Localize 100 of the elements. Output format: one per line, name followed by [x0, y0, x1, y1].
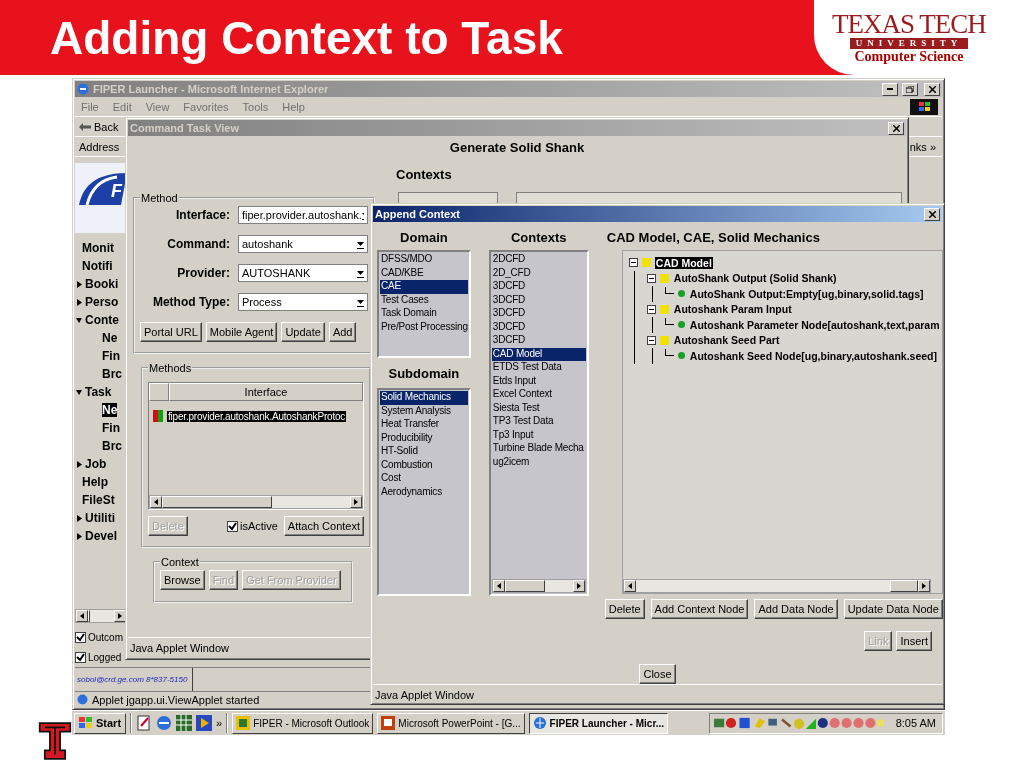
links-label[interactable]: nks »: [909, 140, 936, 153]
button[interactable]: Update: [281, 322, 325, 342]
horizontal-scrollbar[interactable]: [149, 495, 363, 509]
dropdown-field[interactable]: Process: [238, 293, 368, 311]
minimize-button[interactable]: [882, 82, 898, 96]
list-item[interactable]: Test Cases: [380, 293, 468, 307]
button[interactable]: Mobile Agent: [205, 322, 278, 342]
scroll-thumb[interactable]: [88, 610, 90, 622]
close-button[interactable]: [924, 207, 940, 221]
scroll-right-button[interactable]: [350, 496, 362, 508]
nav-item[interactable]: Task: [85, 385, 112, 399]
nav-item[interactable]: Conte: [85, 313, 119, 327]
list-item[interactable]: 2DCFD: [491, 253, 586, 267]
scroll-left-button[interactable]: [623, 580, 636, 592]
tree-node[interactable]: Autoshank Param Input: [672, 303, 793, 316]
horizontal-scrollbar[interactable]: [75, 609, 127, 623]
scroll-right-button[interactable]: [572, 580, 585, 592]
collapse-icon[interactable]: [628, 258, 638, 268]
dropdown-field[interactable]: fiper.provider.autoshank.: [238, 206, 368, 224]
scroll-left-button[interactable]: [76, 610, 88, 622]
button[interactable]: Attach Context: [283, 516, 364, 536]
list-item[interactable]: 3DCFD: [491, 307, 586, 321]
list-item[interactable]: 2D_CFD: [491, 266, 586, 280]
taskbar-button[interactable]: FIPER Launcher - Micr...: [528, 712, 669, 734]
button[interactable]: Add Context Node: [650, 599, 749, 619]
tree-node[interactable]: CAD Model: [654, 256, 713, 269]
list-item[interactable]: HT-Solid: [380, 445, 468, 459]
globe-icon[interactable]: [156, 715, 173, 731]
nav-item[interactable]: FileSt: [82, 493, 115, 507]
nav-item[interactable]: Brc: [102, 439, 122, 453]
checkbox[interactable]: Logged: [75, 647, 127, 667]
collapse-icon[interactable]: [646, 335, 656, 345]
nav-item[interactable]: Brc: [102, 367, 122, 381]
tree-node[interactable]: AutoShank Output (Solid Shank): [672, 272, 838, 285]
document-icon[interactable]: [136, 715, 153, 731]
list-item[interactable]: CAD Model: [491, 347, 586, 361]
list-item[interactable]: Excel Context: [491, 388, 586, 402]
grid-icon[interactable]: [176, 715, 193, 731]
scroll-thumb[interactable]: [889, 580, 918, 592]
tree-node[interactable]: Autoshank Parameter Node[autoshank,text,param: [688, 318, 941, 331]
list-item[interactable]: Tp3 Input: [491, 428, 586, 442]
taskbar-button[interactable]: FIPER - Microsoft Outlook: [232, 712, 374, 734]
tree-node[interactable]: Autoshank Seed Node[ug,binary,autoshank.seed]: [688, 349, 938, 362]
scroll-thumb[interactable]: [162, 496, 272, 508]
dropdown-field[interactable]: autoshank: [238, 235, 368, 253]
start-button[interactable]: Start: [74, 712, 127, 734]
horizontal-scrollbar[interactable]: [622, 579, 931, 593]
nav-item[interactable]: Perso: [85, 295, 119, 309]
list-item[interactable]: Task Domain: [380, 307, 468, 321]
more-button[interactable]: »: [216, 717, 223, 729]
nav-item[interactable]: Fin: [102, 349, 120, 363]
button[interactable]: Portal URL: [140, 322, 202, 342]
list-item[interactable]: 3DCFD: [491, 334, 586, 348]
button[interactable]: Add Data Node: [754, 599, 838, 619]
nav-item[interactable]: Monit: [82, 241, 114, 255]
column-header[interactable]: Interface: [169, 383, 363, 401]
table-row[interactable]: fiper.provider.autoshank.AutoshankProtoc: [167, 410, 347, 422]
list-item[interactable]: ETDS Test Data: [491, 361, 586, 375]
list-item[interactable]: Heat Transfer: [380, 418, 468, 432]
nav-item[interactable]: Utiliti: [85, 511, 115, 525]
list-item[interactable]: Cost: [380, 472, 468, 486]
list-item[interactable]: 3DCFD: [491, 293, 586, 307]
nav-item[interactable]: Ne: [102, 403, 118, 417]
scroll-left-button[interactable]: [150, 496, 162, 508]
list-item[interactable]: Aerodynamics: [380, 485, 468, 499]
nav-item[interactable]: Ne: [102, 331, 118, 345]
dropdown-field[interactable]: AUTOSHANK: [238, 264, 368, 282]
checkbox[interactable]: Outcom: [75, 627, 127, 647]
button[interactable]: Close: [639, 664, 676, 684]
list-item[interactable]: Combustion: [380, 458, 468, 472]
nav-item[interactable]: Fin: [102, 421, 120, 435]
list-item[interactable]: Producibility: [380, 431, 468, 445]
button[interactable]: Browse: [160, 570, 205, 590]
scroll-left-button[interactable]: [492, 580, 505, 592]
nav-item[interactable]: Help: [82, 475, 108, 489]
list-item[interactable]: CAD/KBE: [380, 266, 468, 280]
scroll-thumb[interactable]: [504, 580, 545, 592]
play-icon[interactable]: [196, 715, 213, 731]
collapse-icon[interactable]: [646, 304, 656, 314]
button[interactable]: Insert: [896, 631, 932, 651]
scroll-right-button[interactable]: [114, 610, 126, 622]
taskbar-button[interactable]: Microsoft PowerPoint - [G...: [377, 712, 525, 734]
nav-item[interactable]: Notifi: [82, 259, 113, 273]
tree-node[interactable]: AutoShank Output:Empty[ug,binary,solid.tags]: [688, 287, 925, 300]
list-item[interactable]: Etds Input: [491, 374, 586, 388]
list-item[interactable]: ug2icem: [491, 455, 586, 469]
list-item[interactable]: Turbine Blade Mecha: [491, 442, 586, 456]
button[interactable]: Add: [328, 322, 357, 342]
restore-button[interactable]: [902, 82, 918, 96]
list-item[interactable]: System Analysis: [380, 404, 468, 418]
list-item[interactable]: CAE: [380, 280, 468, 294]
list-item[interactable]: 3DCFD: [491, 280, 586, 294]
list-item[interactable]: Solid Mechanics: [380, 391, 468, 405]
button[interactable]: Update Data Node: [843, 599, 943, 619]
nav-item[interactable]: Devel: [85, 529, 118, 543]
checkbox[interactable]: isActive: [226, 516, 278, 536]
list-item[interactable]: Siesta Test: [491, 401, 586, 415]
collapse-icon[interactable]: [646, 273, 656, 283]
button[interactable]: Delete: [604, 599, 645, 619]
list-item[interactable]: Pre/Post Processing: [380, 320, 468, 334]
